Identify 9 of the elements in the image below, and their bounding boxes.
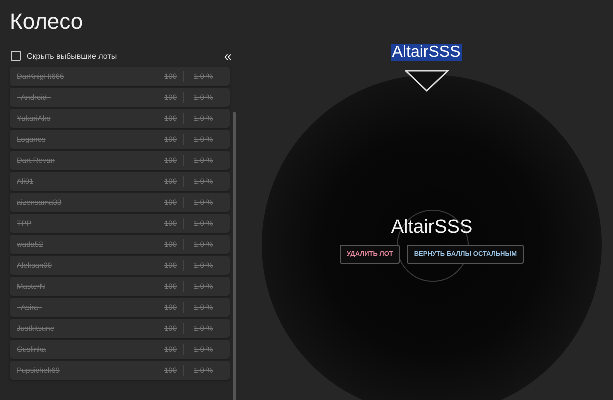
collapse-button[interactable]: « [224, 49, 232, 63]
winner-name: AltairSSS [391, 217, 473, 239]
pointer-icon [404, 70, 448, 92]
pointer-label: AltairSSS [391, 44, 462, 61]
hide-eliminated-checkbox[interactable]: Скрыть выбывшие лоты [11, 51, 118, 61]
page-title: Колесо [10, 9, 84, 35]
scrollbar[interactable] [233, 112, 236, 400]
checkbox-label: Скрыть выбывшие лоты [27, 52, 118, 60]
checkbox-icon[interactable] [11, 51, 21, 61]
